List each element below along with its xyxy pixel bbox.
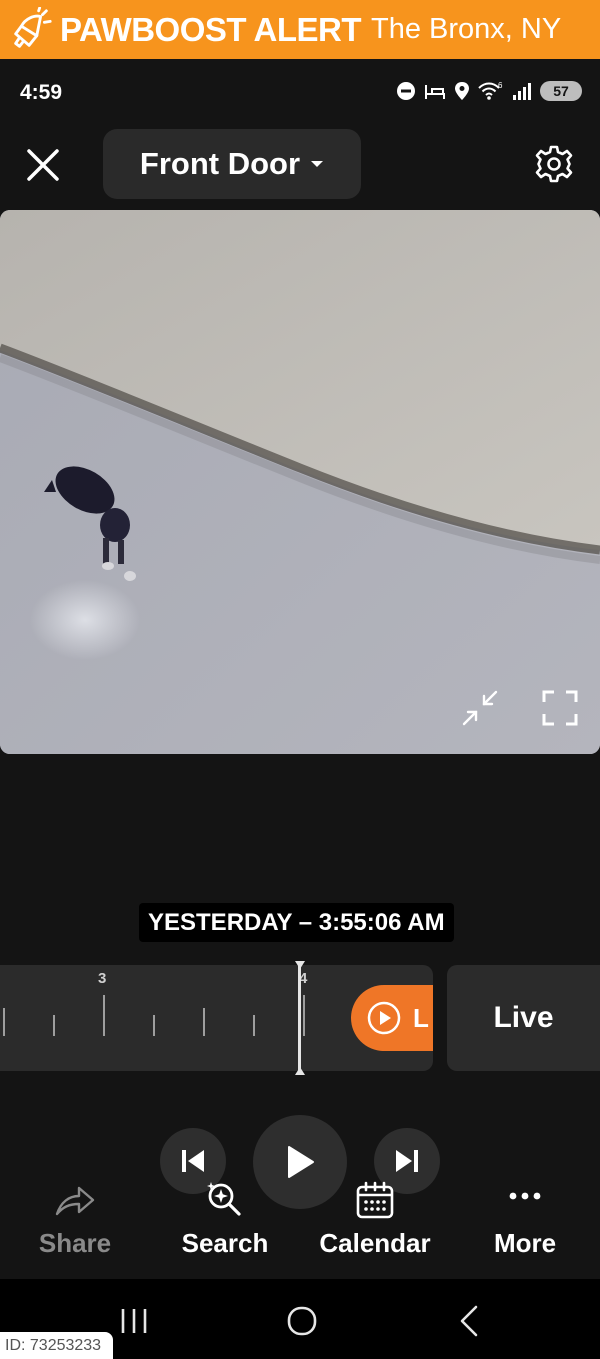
gear-icon[interactable] (534, 144, 574, 184)
sleep-icon (425, 85, 445, 99)
tick-mark (53, 1015, 55, 1036)
playhead[interactable] (298, 965, 301, 1071)
home-icon[interactable] (282, 1301, 322, 1341)
video-feed[interactable] (0, 210, 600, 754)
alert-brand: PAWBOOST ALERT (60, 10, 362, 48)
close-icon[interactable] (24, 146, 62, 184)
calendar-icon (356, 1181, 394, 1219)
status-bar: 4:59 6 57 (0, 59, 600, 125)
camera-name: Front Door (139, 146, 301, 181)
timestamp-label: YESTERDAY – 3:55:06 AM (139, 903, 454, 942)
megaphone-icon (14, 6, 52, 48)
location-icon (455, 82, 469, 100)
caret-down-icon (311, 161, 324, 167)
status-time: 4:59 (20, 81, 63, 104)
alert-banner: PAWBOOST ALERT The Bronx, NY (0, 0, 600, 59)
search-label: Search (181, 1228, 269, 1258)
alert-location: The Bronx, NY (371, 13, 562, 45)
play-circle-icon (367, 1001, 401, 1035)
play-icon (288, 1146, 314, 1178)
recents-icon[interactable] (114, 1301, 154, 1341)
wifi-tag: 6 (498, 81, 503, 90)
timeline-scrubber[interactable]: 3 4 L (0, 965, 433, 1071)
fullscreen-icon[interactable] (540, 688, 580, 728)
playhead-marker-bottom (295, 1067, 305, 1075)
share-label: Share (38, 1228, 112, 1258)
id-watermark: ID: 73253233 (0, 1332, 113, 1359)
tick-label-3: 3 (98, 970, 107, 987)
live-button[interactable]: Live (447, 965, 600, 1071)
wifi-icon: 6 (478, 81, 503, 100)
battery-level: 57 (553, 83, 569, 99)
calendar-label: Calendar (319, 1228, 431, 1258)
tick-mark (153, 1015, 155, 1036)
tick-mark (3, 1008, 5, 1036)
calendar-button[interactable]: Calendar (305, 1180, 445, 1259)
skip-next-icon (396, 1150, 418, 1172)
battery-icon: 57 (540, 81, 582, 101)
tick-mark (103, 995, 105, 1036)
live-pill-label: L (413, 1002, 429, 1033)
search-button[interactable]: Search (155, 1180, 295, 1259)
share-icon (55, 1186, 95, 1216)
tick-mark (253, 1015, 255, 1036)
playhead-marker-top (295, 961, 305, 969)
more-label: More (493, 1228, 557, 1258)
skip-previous-icon (182, 1150, 204, 1172)
more-icon (509, 1192, 541, 1200)
live-clip-pill[interactable]: L (351, 985, 433, 1051)
minimize-icon[interactable] (460, 688, 500, 728)
more-button[interactable]: More (455, 1180, 595, 1259)
status-icons: 6 57 (396, 81, 582, 101)
share-button[interactable]: Share (5, 1180, 145, 1259)
tick-mark (203, 1008, 205, 1036)
search-sparkle-icon (207, 1182, 241, 1216)
do-not-disturb-icon (397, 82, 415, 100)
tick-mark (303, 995, 305, 1036)
camera-selector[interactable]: Front Door (103, 129, 361, 199)
camera-scene (0, 210, 600, 754)
signal-icon (513, 83, 531, 100)
back-icon[interactable] (450, 1301, 490, 1341)
